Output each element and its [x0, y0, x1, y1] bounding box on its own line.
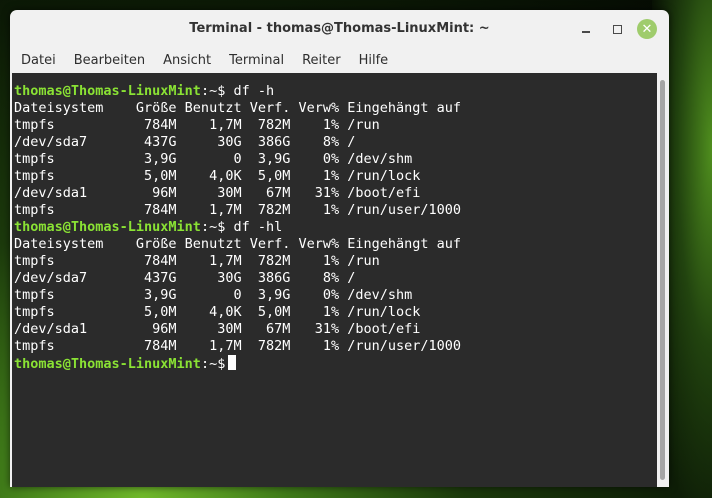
prompt-suffix: :~$: [200, 83, 226, 99]
title-bar[interactable]: Terminal - thomas@Thomas-LinuxMint: ~ ✕: [10, 10, 669, 46]
terminal-lines: thomas@Thomas-LinuxMint:~$ df -h Dateisys…: [14, 83, 461, 372]
output-line: /dev/sda1 96M 30M 67M 31% /boot/efi: [14, 321, 421, 337]
command-text: df -h: [225, 83, 275, 99]
output-line: tmpfs 5,0M 4,0K 5,0M 1% /run/lock: [14, 168, 421, 184]
prompt-user: thomas@Thomas-LinuxMint: [14, 356, 201, 372]
output-line: tmpfs 3,9G 0 3,9G 0% /dev/shm: [14, 151, 413, 167]
terminal-window: Terminal - thomas@Thomas-LinuxMint: ~ ✕ …: [10, 10, 669, 487]
minimize-icon: [582, 31, 590, 33]
menu-reiter[interactable]: Reiter: [292, 53, 349, 68]
output-line: tmpfs 3,9G 0 3,9G 0% /dev/shm: [14, 287, 413, 303]
menu-hilfe[interactable]: Hilfe: [349, 53, 397, 68]
close-icon: ✕: [641, 21, 653, 37]
menu-ansicht[interactable]: Ansicht: [153, 53, 219, 68]
output-line: /dev/sda7 437G 30G 386G 8% /: [14, 134, 356, 150]
window-title: Terminal - thomas@Thomas-LinuxMint: ~: [189, 20, 490, 36]
prompt-suffix: :~$: [200, 356, 226, 372]
menu-bar: Datei Bearbeiten Ansicht Terminal Reiter…: [10, 48, 669, 72]
output-line: Dateisystem Größe Benutzt Verf. Verw% Ei…: [14, 236, 462, 252]
output-line: tmpfs 784M 1,7M 782M 1% /run: [14, 253, 380, 269]
prompt-suffix: :~$: [200, 219, 226, 235]
output-line: tmpfs 784M 1,7M 782M 1% /run/user/1000: [14, 202, 462, 218]
command-text: df -hl: [225, 219, 283, 235]
minimize-button[interactable]: [576, 19, 596, 39]
terminal-output[interactable]: thomas@Thomas-LinuxMint:~$ df -h Dateisys…: [12, 73, 657, 487]
prompt-line: thomas@Thomas-LinuxMint:~$ df -h: [14, 83, 461, 100]
output-line: /dev/sda1 96M 30M 67M 31% /boot/efi: [14, 185, 421, 201]
menu-bearbeiten[interactable]: Bearbeiten: [64, 53, 153, 68]
output-line: tmpfs 784M 1,7M 782M 1% /run/user/1000: [14, 338, 462, 354]
prompt-user: thomas@Thomas-LinuxMint: [14, 83, 201, 99]
text-cursor: [228, 355, 237, 370]
close-button[interactable]: ✕: [637, 19, 657, 39]
menu-terminal[interactable]: Terminal: [219, 53, 292, 68]
prompt-user: thomas@Thomas-LinuxMint: [14, 219, 201, 235]
prompt-line: thomas@Thomas-LinuxMint:~$: [14, 355, 461, 372]
scrollbar[interactable]: [657, 73, 669, 487]
menu-datei[interactable]: Datei: [10, 53, 64, 68]
maximize-button[interactable]: [607, 19, 627, 39]
output-line: /dev/sda7 437G 30G 386G 8% /: [14, 270, 356, 286]
output-line: Dateisystem Größe Benutzt Verf. Verw% Ei…: [14, 100, 462, 116]
maximize-icon: [612, 24, 622, 34]
prompt-line: thomas@Thomas-LinuxMint:~$ df -hl: [14, 219, 461, 236]
output-line: tmpfs 5,0M 4,0K 5,0M 1% /run/lock: [14, 304, 421, 320]
output-line: tmpfs 784M 1,7M 782M 1% /run: [14, 117, 380, 133]
scrollbar-thumb[interactable]: [660, 80, 665, 480]
